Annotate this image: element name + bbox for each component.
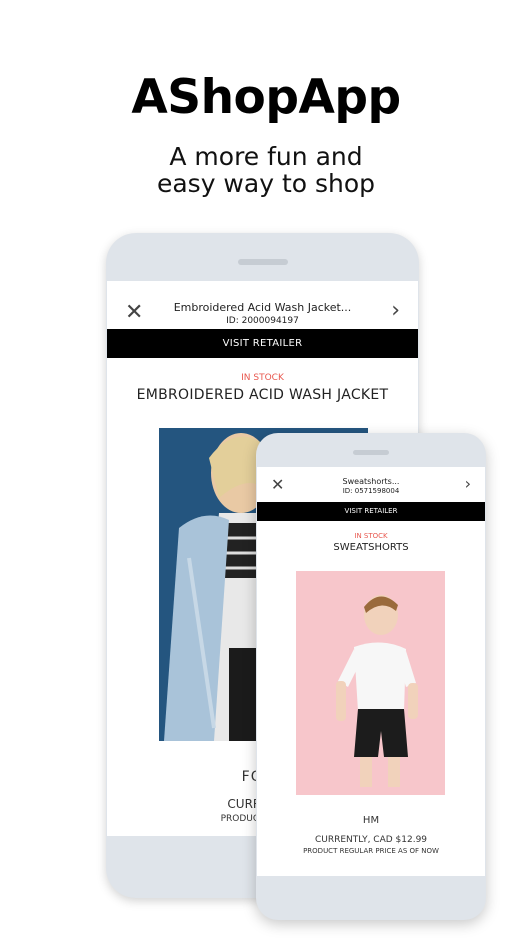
close-icon[interactable]: ✕: [271, 475, 284, 494]
product-id: ID: 0571598004: [342, 487, 400, 495]
product-nav-title: Embroidered Acid Wash Jacket...: [173, 300, 352, 314]
visit-retailer-button[interactable]: VISIT RETAILER: [257, 502, 485, 521]
product-header: Embroidered Acid Wash Jacket... ID: 2000…: [174, 301, 352, 326]
front-phone-mockup: ✕ Sweatshorts... ID: 0571598004 › VISIT …: [256, 433, 486, 920]
phone-speaker: [353, 450, 389, 455]
visit-retailer-button[interactable]: VISIT RETAILER: [107, 329, 418, 358]
product-nav-bar: ✕ Embroidered Acid Wash Jacket... ID: 20…: [107, 293, 418, 333]
product-photo-sweatshorts: [296, 571, 445, 795]
phone-speaker: [238, 259, 288, 265]
child-model-illustration: [296, 571, 445, 795]
chevron-right-icon[interactable]: ›: [391, 298, 400, 323]
price-note: PRODUCT REGULAR PRICE AS OF NOW: [303, 847, 439, 855]
close-icon[interactable]: ✕: [125, 300, 143, 325]
tagline-line-1: A more fun and: [169, 142, 363, 171]
app-tagline: A more fun and easy way to shop: [0, 143, 532, 197]
stock-status: IN STOCK: [354, 532, 388, 540]
product-header: Sweatshorts... ID: 0571598004: [343, 477, 400, 495]
product-name: EMBROIDERED ACID WASH JACKET: [136, 387, 389, 403]
product-name: SWEATSHORTS: [333, 542, 409, 553]
app-title: AShopApp: [131, 70, 401, 125]
stock-status: IN STOCK: [241, 373, 284, 383]
product-nav-bar: ✕ Sweatshorts... ID: 0571598004 ›: [257, 471, 485, 501]
current-price: CURRENTLY, CAD $12.99: [314, 835, 428, 845]
retailer-name: HM: [362, 815, 380, 826]
chevron-right-icon[interactable]: ›: [465, 474, 471, 493]
tagline-line-2: easy way to shop: [156, 169, 376, 198]
product-screen-sweatshorts: ✕ Sweatshorts... ID: 0571598004 › VISIT …: [257, 467, 485, 876]
product-nav-title: Sweatshorts...: [342, 477, 400, 486]
product-id: ID: 2000094197: [226, 315, 299, 326]
